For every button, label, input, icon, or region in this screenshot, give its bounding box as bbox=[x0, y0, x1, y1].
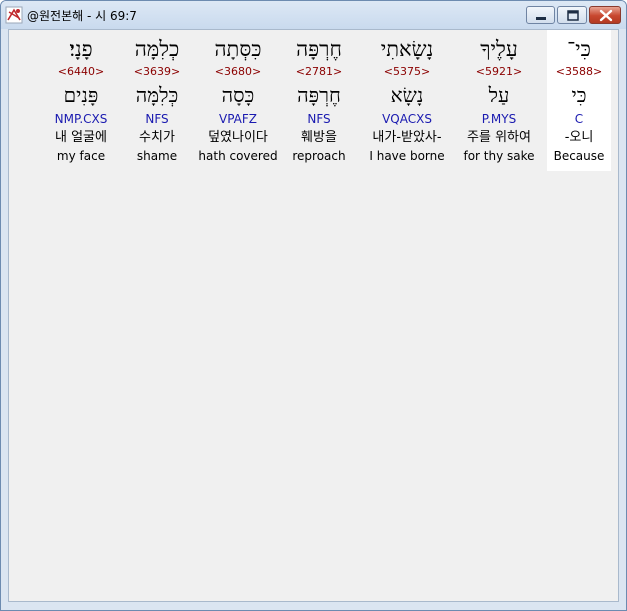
strongs-number[interactable]: <5921> bbox=[457, 65, 541, 79]
korean-gloss: 덮였나이다 bbox=[208, 130, 268, 145]
english-gloss: my face bbox=[56, 149, 106, 163]
strongs-number[interactable]: <5375> bbox=[360, 65, 454, 79]
word-column[interactable]: פָנָי׃ <6440> פָּנִים NMP.CXS 내 얼굴에 my f… bbox=[43, 30, 119, 171]
english-gloss: hath covered bbox=[198, 149, 278, 163]
morphology-code: NFS bbox=[307, 112, 331, 126]
hebrew-word: כְלִמָּה bbox=[134, 37, 180, 61]
hebrew-word: כִּסְּתָה bbox=[214, 37, 262, 61]
strongs-number[interactable]: <3588> bbox=[537, 65, 621, 79]
strongs-number[interactable]: <3639> bbox=[117, 65, 197, 79]
strongs-number[interactable]: <2781> bbox=[277, 65, 361, 79]
hebrew-root: נָשָׂא bbox=[390, 83, 424, 107]
close-icon bbox=[599, 9, 613, 22]
strongs-number[interactable]: <3680> bbox=[193, 65, 283, 79]
korean-gloss: 내가-받았사- bbox=[372, 130, 442, 145]
word-column[interactable]: כִּסְּתָה <3680> כָּסָה VPAFZ 덮였나이다 hath… bbox=[193, 30, 283, 171]
hebrew-word: עָלֶיךָ bbox=[480, 37, 518, 61]
interlinear-panel: כִּי־ <3588> כִּי C -오니 Because עָלֶיךָ … bbox=[8, 29, 619, 602]
morphology-code: VPAFZ bbox=[218, 112, 257, 126]
morphology-code: NFS bbox=[145, 112, 169, 126]
word-column[interactable]: עָלֶיךָ <5921> עַל P.MYS 주를 위하여 for thy … bbox=[457, 30, 541, 171]
word-column[interactable]: כְלִמָּה <3639> כְּלִמָּה NFS 수치가 shame bbox=[117, 30, 197, 171]
morphology-code: VQACXS bbox=[382, 112, 432, 126]
hebrew-word: כִּי־ bbox=[567, 37, 591, 61]
hebrew-root: חֶרְפָּה bbox=[297, 83, 341, 107]
english-gloss: I have borne bbox=[369, 149, 445, 163]
word-column[interactable]: נָשָׂאתִי <5375> נָשָׂא VQACXS 내가-받았사- I… bbox=[360, 30, 454, 171]
close-button[interactable] bbox=[589, 6, 621, 24]
korean-gloss: -오니 bbox=[564, 130, 594, 145]
app-window: @원전본해 - 시 69:7 כִּי־ <3588> כִּי C -오니 B… bbox=[0, 0, 627, 611]
korean-gloss: 내 얼굴에 bbox=[55, 130, 107, 145]
minimize-button[interactable] bbox=[526, 6, 555, 24]
english-gloss: Because bbox=[553, 149, 605, 163]
korean-gloss: 훼방을 bbox=[301, 130, 337, 145]
maximize-button[interactable] bbox=[557, 6, 587, 24]
hebrew-root: עַל bbox=[488, 83, 510, 107]
korean-gloss: 수치가 bbox=[139, 130, 175, 145]
english-gloss: for thy sake bbox=[463, 149, 535, 163]
maximize-icon bbox=[567, 10, 579, 21]
hebrew-word: נָשָׂאתִי bbox=[380, 37, 434, 61]
word-column[interactable]: חֶרְפָּה <2781> חֶרְפָּה NFS 훼방을 reproac… bbox=[277, 30, 361, 171]
minimize-icon bbox=[536, 17, 546, 20]
english-gloss: shame bbox=[136, 149, 178, 163]
korean-gloss: 주를 위하여 bbox=[467, 130, 531, 145]
title-bar[interactable]: @원전본해 - 시 69:7 bbox=[1, 1, 626, 29]
bible-app-icon[interactable] bbox=[5, 6, 23, 24]
hebrew-word: פָנָי׃ bbox=[69, 37, 93, 61]
english-gloss: reproach bbox=[292, 149, 346, 163]
window-title: @원전본해 - 시 69:7 bbox=[27, 9, 137, 23]
hebrew-word: חֶרְפָּה bbox=[296, 37, 342, 61]
word-column[interactable]: כִּי־ <3588> כִּי C -오니 Because bbox=[537, 30, 621, 171]
hebrew-root: פָּנִים bbox=[63, 83, 99, 107]
hebrew-root: כִּי bbox=[571, 83, 587, 107]
morphology-code: NMP.CXS bbox=[54, 112, 108, 126]
hebrew-root: כְּלִמָּה bbox=[135, 83, 179, 107]
hebrew-root: כָּסָה bbox=[221, 83, 255, 107]
morphology-code: P.MYS bbox=[481, 112, 517, 126]
morphology-code: C bbox=[574, 112, 584, 126]
strongs-number[interactable]: <6440> bbox=[43, 65, 119, 79]
